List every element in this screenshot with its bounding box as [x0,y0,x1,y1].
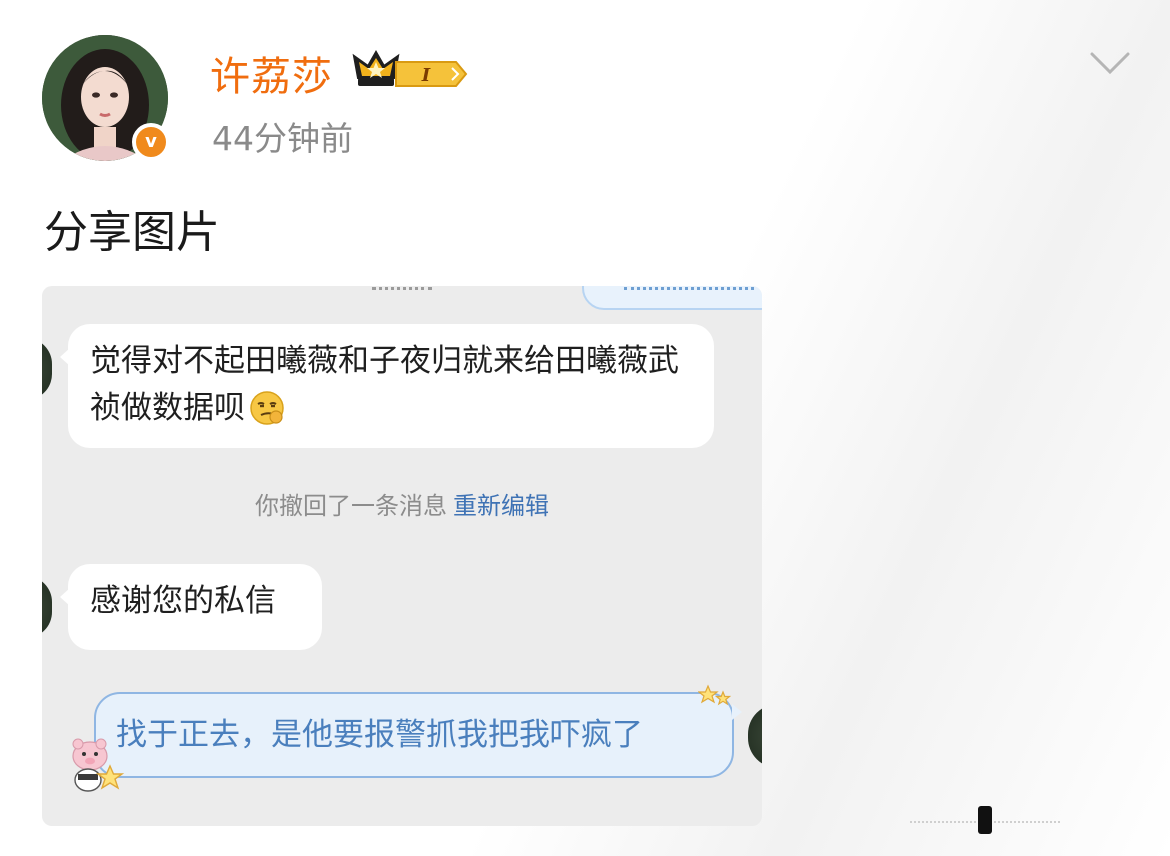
outgoing-message: 找于正去，是他要报警抓我把我吓疯了 [94,692,742,778]
chevron-down-icon[interactable] [1088,48,1132,82]
image-pager-indicator[interactable] [978,806,992,834]
contact-avatar [42,576,52,638]
level-text: I [421,65,431,86]
star-sticker-icon [697,684,732,714]
author-name[interactable]: 许荔莎 [210,44,333,102]
cropped-outgoing-bubble [582,286,762,310]
self-avatar [748,704,762,768]
reedit-link[interactable]: 重新编辑 [453,492,549,520]
membership-level-badge[interactable]: I [352,48,472,96]
incoming-message: 觉得对不起田曦薇和子夜归就来给田曦薇武祯做数据呗 [60,324,714,448]
recall-text: 你撤回了一条消息 [255,492,447,520]
pig-sticker-icon [68,736,126,798]
incoming-message: 感谢您的私信 [60,564,322,650]
author-avatar[interactable]: v [42,35,170,161]
message-text: 找于正去，是他要报警抓我把我吓疯了 [116,717,643,753]
message-text: 觉得对不起田曦薇和子夜归就来给田曦薇武祯做数据呗 [90,343,679,426]
post-image[interactable]: 觉得对不起田曦薇和子夜归就来给田曦薇武祯做数据呗 你撤回了一条消息 重新编辑 感谢… [42,286,762,826]
contact-avatar [42,338,52,400]
recall-notice: 你撤回了一条消息 重新编辑 [42,486,762,521]
cropped-timestamp [372,286,432,290]
message-text: 感谢您的私信 [90,583,276,619]
post-timestamp: 44分钟前 [212,119,353,158]
post-text: 分享图片 [44,207,220,258]
verified-badge: v [132,123,170,161]
smirk-face-emoji [249,390,285,440]
